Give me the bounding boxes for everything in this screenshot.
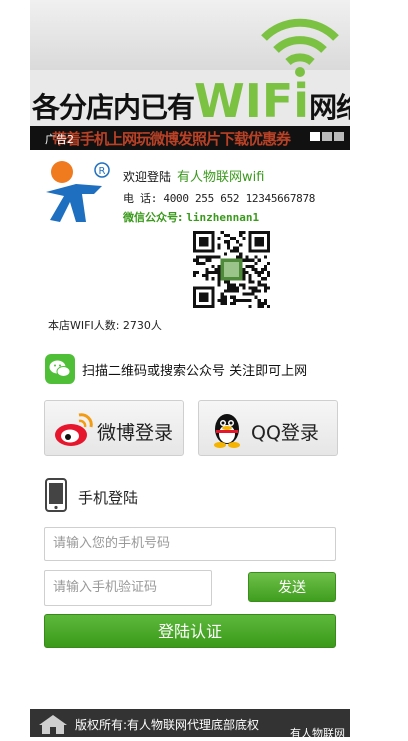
qq-icon <box>214 414 240 448</box>
ad-banner[interactable]: 各分店内已有WIFi网络 带着手机上网玩微博发照片下载优惠券 广告2 <box>30 0 350 150</box>
send-code-button[interactable]: 发送 <box>248 572 336 602</box>
scan-tip-text: 扫描二维码或搜索公众号 关注即可上网 <box>82 364 308 379</box>
phone-label: 电 话: <box>123 192 158 205</box>
brand-name: 有人物联网wifi <box>177 170 265 185</box>
login-submit-button[interactable]: 登陆认证 <box>44 614 336 648</box>
banner-pager-dot-active[interactable] <box>310 132 320 141</box>
wechat-account-line: 微信公众号: linzhennan1 <box>123 209 259 225</box>
user-count: 本店WIFI人数: 2730人 <box>48 319 162 332</box>
banner-headline: 各分店内已有WIFi网络 <box>32 74 350 128</box>
banner-pager-dot[interactable] <box>322 132 332 141</box>
phone-value: 4000 255 652 12345667878 <box>163 192 316 205</box>
wechat-label: 微信公众号: <box>123 211 183 224</box>
phone-line: 电 话: 4000 255 652 12345667878 <box>123 190 315 206</box>
footer-brand: 有人物联网 <box>290 727 345 740</box>
wifi-logo-icon <box>261 18 339 77</box>
ad-label: 广告2 <box>45 133 74 146</box>
footer: 版权所有:有人物联网代理底部底权 有人物联网 <box>30 709 350 740</box>
qq-login-label: QQ登录 <box>251 422 319 444</box>
welcome-line: 欢迎登陆 有人物联网wifi <box>123 166 264 185</box>
svg-text:R: R <box>99 166 106 177</box>
wechat-account-value: linzhennan1 <box>186 211 260 224</box>
usr-logo-icon: R <box>46 161 110 222</box>
home-icon[interactable] <box>36 714 70 734</box>
footer-copyright: 版权所有:有人物联网代理底部底权 <box>75 718 260 732</box>
banner-strip-text: 带着手机上网玩微博发照片下载优惠券 <box>52 130 291 148</box>
qq-login-button[interactable]: QQ登录 <box>198 400 338 456</box>
qr-code-icon <box>193 231 270 308</box>
verification-code-input[interactable]: 请输入手机验证码 <box>44 570 212 606</box>
banner-pager-dot[interactable] <box>334 132 344 141</box>
mobile-phone-icon <box>45 478 67 512</box>
weibo-icon <box>55 413 93 446</box>
welcome-prefix: 欢迎登陆 <box>123 170 172 184</box>
wechat-icon <box>45 354 75 384</box>
weibo-login-button[interactable]: 微博登录 <box>44 400 184 456</box>
phone-number-input[interactable]: 请输入您的手机号码 <box>44 527 336 561</box>
banner-caption-strip: 带着手机上网玩微博发照片下载优惠券 <box>30 126 350 150</box>
weibo-login-label: 微博登录 <box>97 422 174 444</box>
phone-login-title: 手机登陆 <box>78 489 139 507</box>
